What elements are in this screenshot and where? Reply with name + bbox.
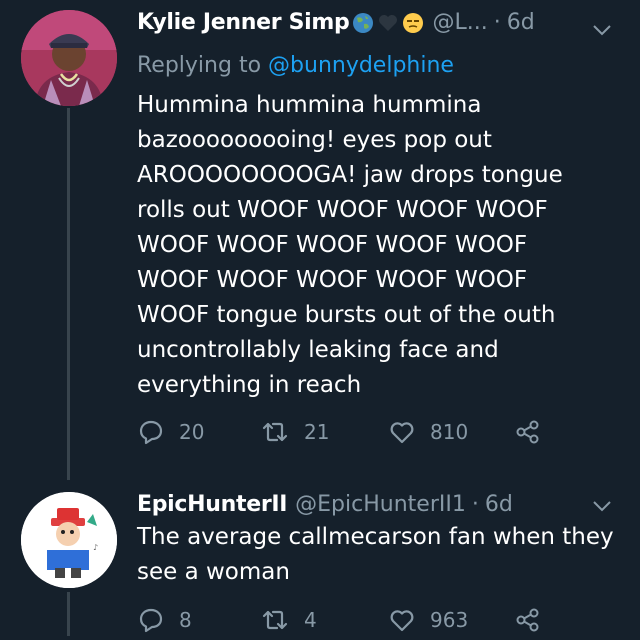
tweet-text-line: WOOF tongue bursts out of the outh	[137, 302, 556, 328]
display-name[interactable]: EpicHunterII	[137, 492, 287, 517]
chevron-down-icon[interactable]	[592, 498, 612, 517]
heart-icon	[388, 606, 416, 634]
tweet-text-line: Hummina hummina hummina	[137, 92, 482, 118]
avatar[interactable]	[21, 10, 117, 106]
chevron-down-icon[interactable]	[592, 22, 612, 41]
timestamp[interactable]: 6d	[507, 10, 535, 35]
reply-count: 8	[179, 608, 192, 632]
like-count: 963	[430, 608, 469, 632]
tweet-text: The average callmecarson fan when they s…	[137, 520, 614, 590]
globe-emoji	[352, 12, 374, 34]
reply-button[interactable]: 20	[137, 418, 204, 446]
tweet-actions: 20 21 810	[137, 418, 557, 452]
user-handle[interactable]: @L...	[432, 10, 487, 35]
retweet-icon	[260, 606, 290, 634]
share-button[interactable]	[514, 606, 542, 634]
tweet-text-line: everything in reach	[137, 372, 362, 398]
tweet-text-line: bazooooooooing! eyes pop out	[137, 127, 492, 153]
separator-dot: ·	[493, 10, 501, 35]
heart-icon	[388, 418, 416, 446]
like-button[interactable]: 810	[388, 418, 468, 446]
reply-mention-link[interactable]: @bunnydelphine	[268, 53, 454, 78]
retweet-count: 21	[304, 420, 330, 444]
tweet-text-line: WOOF WOOF WOOF WOOF WOOF	[137, 232, 528, 258]
tweet-header: EpicHunterII @EpicHunterII1 · 6d	[137, 492, 513, 517]
user-handle[interactable]: @EpicHunterII1	[295, 492, 466, 517]
unamused-face-emoji	[402, 12, 424, 34]
reply-icon	[137, 606, 165, 634]
tweet-text-line: AROOOOOOOOGA! jaw drops tongue	[137, 162, 563, 188]
share-icon	[514, 606, 542, 634]
thread-line-bottom	[67, 592, 70, 636]
retweet-button[interactable]: 4	[260, 606, 317, 634]
retweet-button[interactable]: 21	[260, 418, 329, 446]
retweet-icon	[260, 418, 290, 446]
tweet-text-line: WOOF WOOF WOOF WOOF WOOF	[137, 267, 528, 293]
white-heart-emoji	[377, 12, 399, 34]
svg-text:♪: ♪	[93, 543, 98, 552]
tweet-text: Hummina hummina hummina bazooooooooing! …	[137, 88, 563, 403]
tweet-text-line: uncontrollably leaking face and	[137, 337, 499, 363]
display-name[interactable]: Kylie Jenner Simp	[137, 10, 350, 35]
timestamp[interactable]: 6d	[485, 492, 513, 517]
replying-to-label: Replying to	[137, 53, 269, 78]
avatar[interactable]: ♪	[21, 492, 117, 588]
tweet-text-line: rolls out WOOF WOOF WOOF WOOF	[137, 197, 548, 223]
reply-button[interactable]: 8	[137, 606, 192, 634]
replying-to: Replying to @bunnydelphine	[137, 53, 454, 78]
share-icon	[514, 418, 542, 446]
tweet-text-line: see a woman	[137, 559, 290, 585]
tweet-text-line: The average callmecarson fan when they	[137, 524, 614, 550]
reply-count: 20	[179, 420, 205, 444]
share-button[interactable]	[514, 418, 542, 446]
tweet-header: Kylie Jenner Simp @L... · 6d	[137, 10, 535, 35]
thread-line-top	[67, 108, 70, 480]
separator-dot: ·	[471, 492, 479, 517]
like-count: 810	[430, 420, 469, 444]
tweet-actions: 8 4 963	[137, 606, 557, 640]
reply-icon	[137, 418, 165, 446]
like-button[interactable]: 963	[388, 606, 468, 634]
retweet-count: 4	[304, 608, 317, 632]
